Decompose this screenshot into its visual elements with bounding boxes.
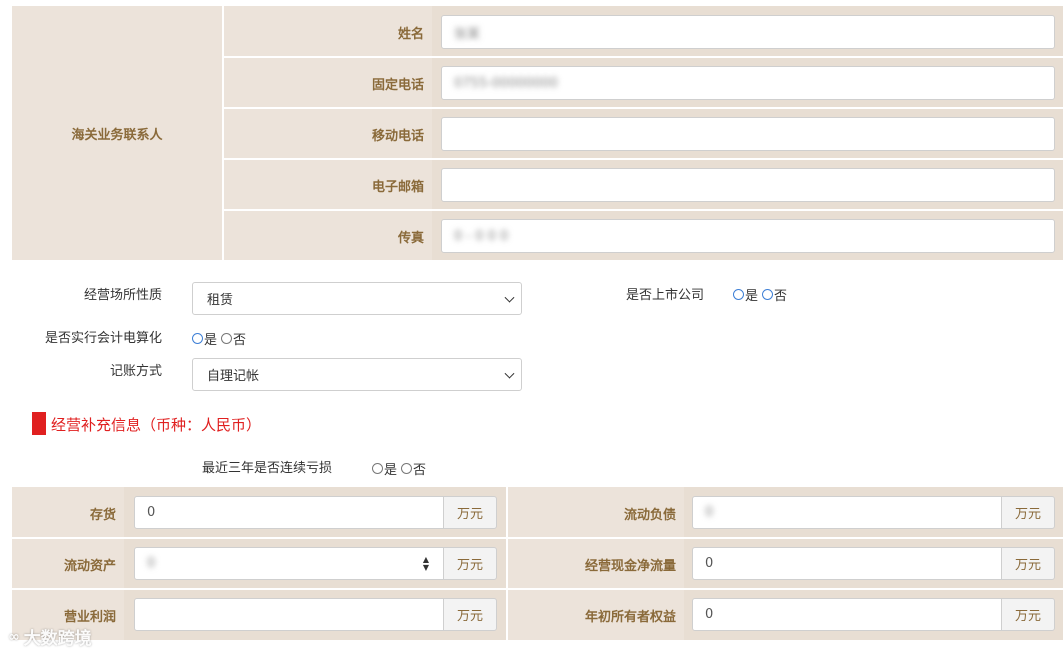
landline-value: 0755-00000000 xyxy=(454,75,558,91)
fax-label: 传真 xyxy=(397,231,424,246)
computerized-no-option[interactable]: 否 xyxy=(221,329,246,348)
watermark-logo-icon: ∞ xyxy=(8,628,20,645)
watermark-text: 大数跨境 xyxy=(23,629,92,649)
loss-no-label: 否 xyxy=(413,463,427,478)
row-divider xyxy=(224,158,1063,160)
radio-icon[interactable] xyxy=(221,333,233,344)
loss-yes-option[interactable]: 是 xyxy=(372,459,397,478)
mobile-input[interactable] xyxy=(441,117,1055,151)
listed-no-label: 否 xyxy=(774,289,788,304)
unit-addon: 万元 xyxy=(1001,496,1055,529)
inventory-value: 0 xyxy=(147,505,156,520)
radio-icon[interactable] xyxy=(762,289,774,300)
fax-input[interactable]: 0 - 0 0 0 xyxy=(441,219,1055,253)
watermark: ∞ 大数跨境 xyxy=(8,624,92,650)
current-assets-input[interactable]: 0 ▲ ▼ xyxy=(134,547,444,580)
spinner-icon[interactable]: ▲ ▼ xyxy=(423,556,429,572)
unit-addon: 万元 xyxy=(443,547,497,580)
landline-input[interactable]: 0755-00000000 xyxy=(441,66,1055,100)
current-liabilities-label: 流动负债 xyxy=(623,508,676,523)
supplement-title: 经营补充信息（币种：人民币） xyxy=(51,416,262,434)
email-input[interactable] xyxy=(441,168,1055,202)
inventory-input[interactable]: 0 xyxy=(134,496,444,529)
mobile-label: 移动电话 xyxy=(371,129,424,144)
row-divider xyxy=(224,209,1063,211)
radio-icon[interactable] xyxy=(192,333,203,344)
computerized-no-label: 否 xyxy=(233,333,247,348)
operating-profit-label: 营业利润 xyxy=(63,610,116,625)
loss-no-option[interactable]: 否 xyxy=(401,459,426,478)
operating-cash-flow-label: 经营现金净流量 xyxy=(584,559,676,574)
landline-label: 固定电话 xyxy=(371,78,424,93)
inventory-label: 存货 xyxy=(89,508,116,523)
row-divider xyxy=(224,107,1063,109)
listed-yes-option[interactable]: 是 xyxy=(733,285,758,304)
premises-select-value: 租赁 xyxy=(207,293,234,308)
current-assets-value: 0 xyxy=(147,556,156,571)
current-liabilities-value: 0 xyxy=(705,505,714,520)
email-label: 电子邮箱 xyxy=(371,180,424,195)
premises-label: 经营场所性质 xyxy=(83,288,162,303)
row-divider xyxy=(224,56,1063,58)
computerized-yes-label: 是 xyxy=(204,333,218,348)
name-label: 姓名 xyxy=(397,27,424,42)
listed-yes-label: 是 xyxy=(745,289,759,304)
chevron-down-icon xyxy=(504,368,515,379)
chevron-down-icon xyxy=(504,292,515,303)
radio-icon[interactable] xyxy=(401,463,413,474)
computerized-yes-option[interactable]: 是 xyxy=(192,329,217,348)
bookkeeping-select[interactable]: 自理记帐 xyxy=(192,358,522,391)
listed-label: 是否上市公司 xyxy=(625,288,704,303)
operating-cash-flow-input[interactable]: 0 xyxy=(692,547,1002,580)
opening-equity-label: 年初所有者权益 xyxy=(584,610,676,625)
row-divider xyxy=(12,537,1063,539)
opening-equity-input[interactable]: 0 xyxy=(692,598,1002,631)
computerized-radio-group: 是 否 xyxy=(192,329,250,348)
loss-radio-group: 是 否 xyxy=(372,459,430,478)
listed-radio-group: 是 否 xyxy=(733,285,791,304)
listed-no-option[interactable]: 否 xyxy=(762,285,787,304)
opening-equity-value: 0 xyxy=(705,607,714,622)
operating-profit-input[interactable] xyxy=(134,598,444,631)
name-input[interactable]: 张某 xyxy=(441,15,1055,49)
loss-yes-label: 是 xyxy=(384,463,398,478)
contact-group-label: 海关业务联系人 xyxy=(71,128,163,143)
unit-addon: 万元 xyxy=(1001,598,1055,631)
name-value: 张某 xyxy=(454,26,481,42)
fax-value: 0 - 0 0 0 xyxy=(454,228,509,244)
unit-addon: 万元 xyxy=(1001,547,1055,580)
current-liabilities-input[interactable]: 0 xyxy=(692,496,1002,529)
radio-icon[interactable] xyxy=(733,289,744,300)
loss-label: 最近三年是否连续亏损 xyxy=(202,461,333,476)
unit-addon: 万元 xyxy=(443,496,497,529)
computerized-label: 是否实行会计电算化 xyxy=(44,331,162,346)
section-accent-bar xyxy=(32,412,46,435)
bookkeeping-label: 记账方式 xyxy=(109,364,162,379)
row-divider xyxy=(12,588,1063,590)
radio-icon[interactable] xyxy=(372,463,383,474)
unit-addon: 万元 xyxy=(443,598,497,631)
operating-cash-flow-value: 0 xyxy=(705,556,714,571)
current-assets-label: 流动资产 xyxy=(63,559,116,574)
premises-select[interactable]: 租赁 xyxy=(192,282,522,315)
bookkeeping-select-value: 自理记帐 xyxy=(207,369,260,384)
